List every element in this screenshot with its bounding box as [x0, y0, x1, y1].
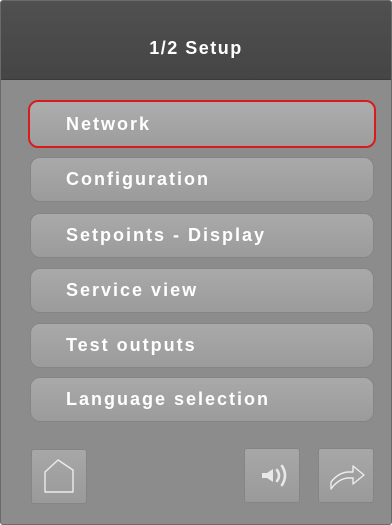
menu-item-label: Test outputs [66, 335, 197, 355]
home-icon [44, 459, 74, 493]
menu-item-network[interactable]: Network [28, 100, 376, 148]
menu-item-test-outputs[interactable]: Test outputs [30, 323, 374, 368]
sound-button[interactable] [244, 448, 300, 503]
menu-item-language-selection[interactable]: Language selection [30, 377, 374, 422]
trend-icon [330, 465, 365, 490]
device-screen: 1/2 Setup Network Configuration Setpoint… [0, 0, 392, 525]
sound-icon [262, 464, 287, 487]
menu-item-label: Configuration [66, 169, 210, 189]
menu-item-label: Setpoints - Display [66, 225, 267, 245]
trend-button[interactable] [318, 448, 374, 503]
menu-item-service-view[interactable]: Service view [30, 268, 374, 313]
menu-item-label: Network [66, 114, 152, 134]
menu-item-configuration[interactable]: Configuration [30, 157, 374, 202]
menu-item-label: Language selection [66, 389, 271, 409]
menu-item-label: Service view [66, 280, 199, 300]
page-title: 1/2 Setup [149, 38, 243, 58]
home-button[interactable] [31, 449, 87, 504]
header-bar: 1/2 Setup [1, 1, 391, 80]
menu-item-setpoints-display[interactable]: Setpoints - Display [30, 213, 374, 258]
